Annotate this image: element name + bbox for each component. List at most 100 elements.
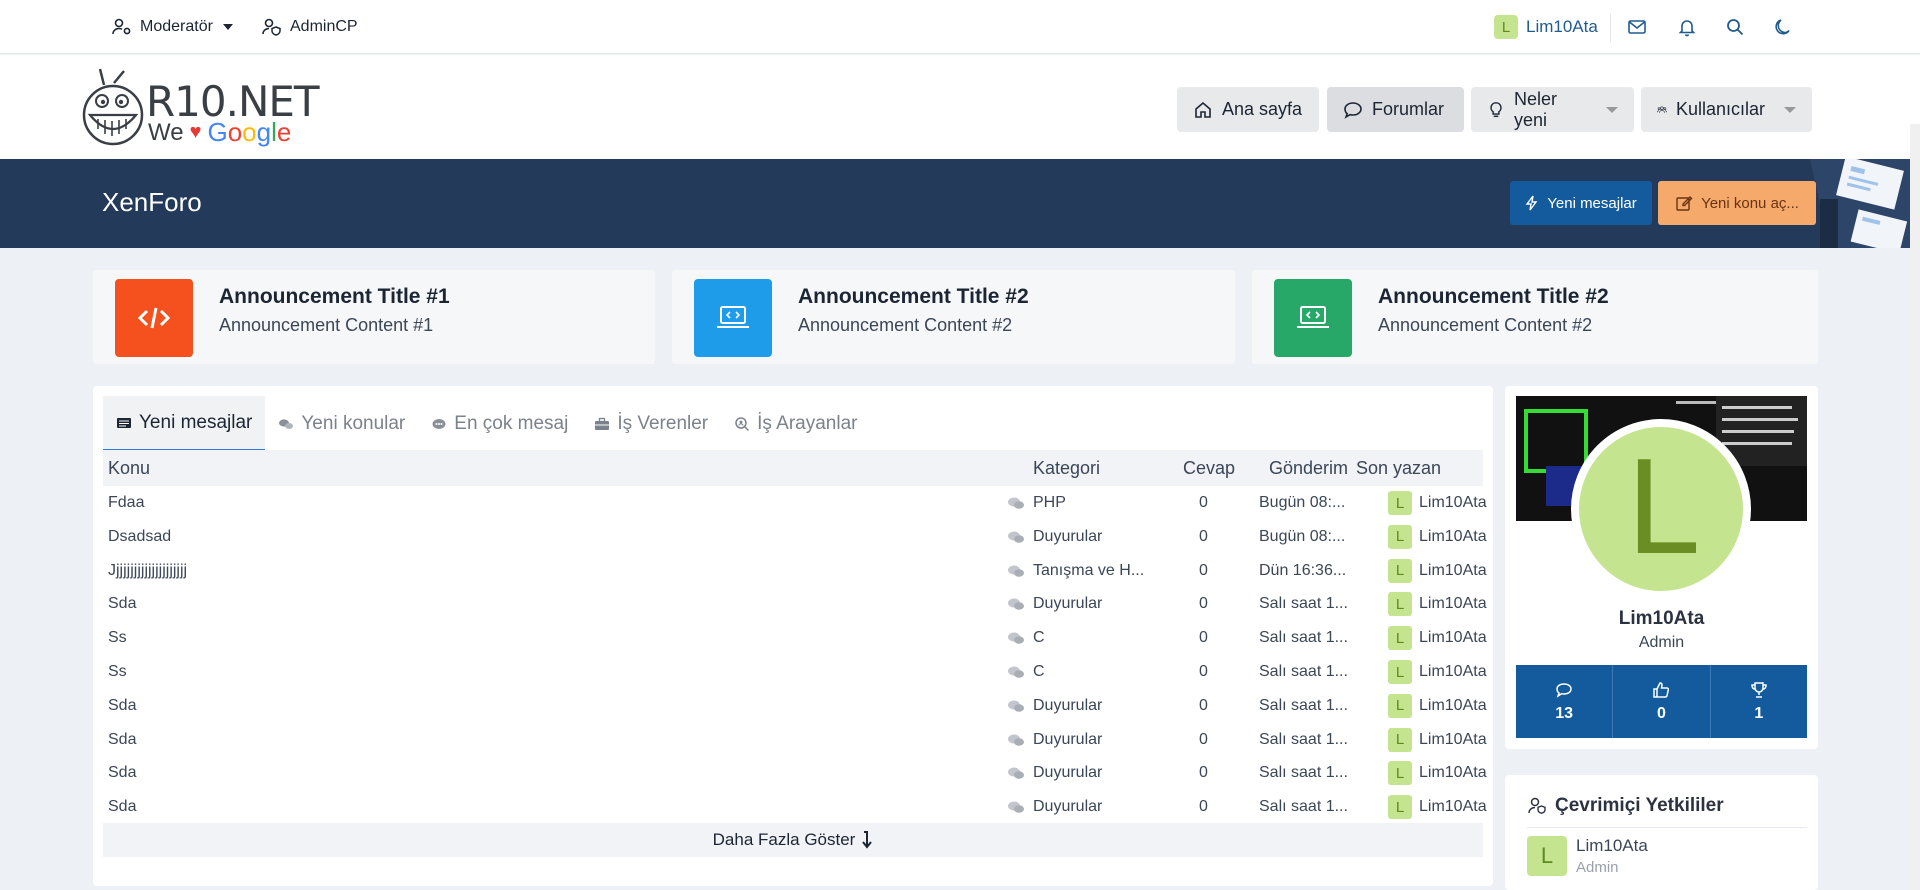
admincp-link[interactable]: AdminCP — [262, 0, 358, 54]
profile-avatar[interactable]: L — [1571, 419, 1751, 599]
inbox-button[interactable] — [1627, 0, 1647, 54]
last-poster-name[interactable]: Lim10Ata — [1419, 528, 1487, 546]
tab-new-topics[interactable]: Yeni konular — [265, 396, 418, 452]
alerts-button[interactable] — [1677, 0, 1697, 54]
avatar[interactable]: L — [1388, 558, 1412, 583]
category-link[interactable]: C — [1033, 663, 1045, 681]
table-row[interactable]: Ss C 0 Salı saat 1... L Lim10Ata — [103, 655, 1487, 689]
last-poster-name[interactable]: Lim10Ata — [1419, 562, 1487, 580]
bolt-icon — [1525, 195, 1538, 211]
avatar[interactable]: L — [1388, 491, 1412, 515]
stat-messages[interactable]: 13 — [1516, 665, 1614, 738]
sent-time: Salı saat 1... — [1259, 730, 1348, 748]
topic-title[interactable]: Sda — [108, 764, 136, 782]
last-poster-name[interactable]: Lim10Ata — [1419, 731, 1487, 749]
topic-title[interactable]: Ss — [108, 629, 127, 647]
nav-forums[interactable]: Forumlar — [1327, 87, 1464, 132]
site-logo[interactable]: R10.NET We ♥ Google — [78, 67, 320, 151]
last-poster-name[interactable]: Lim10Ata — [1419, 663, 1487, 681]
topic-title[interactable]: Sda — [108, 595, 136, 613]
table-row[interactable]: Fdaa PHP 0 Bugün 08:... L Lim10Ata — [103, 486, 1487, 520]
avatar[interactable]: L — [1527, 836, 1567, 876]
last-poster-name[interactable]: Lim10Ata — [1419, 595, 1487, 613]
moon-icon — [1775, 19, 1790, 35]
last-poster-name[interactable]: Lim10Ata — [1419, 629, 1487, 647]
table-row[interactable]: Sda Duyurular 0 Salı saat 1... L Lim10Ata — [103, 689, 1487, 723]
category-link[interactable]: PHP — [1033, 494, 1066, 512]
new-topic-button[interactable]: Yeni konu aç... — [1658, 181, 1816, 225]
sent-time: Salı saat 1... — [1259, 696, 1348, 714]
user-shield-icon — [262, 18, 281, 36]
table-row[interactable]: Sda Duyurular 0 Salı saat 1... L Lim10Ata — [103, 723, 1487, 757]
list-icon — [117, 417, 131, 428]
tab-employers[interactable]: İş Verenler — [581, 396, 721, 452]
last-poster-name[interactable]: Lim10Ata — [1419, 697, 1487, 715]
topic-title[interactable]: Jjjjjjjjjjjjjjjjjjjjj — [108, 562, 187, 580]
moderator-menu[interactable]: Moderatör — [112, 0, 233, 54]
category-link[interactable]: Duyurular — [1033, 764, 1102, 782]
avatar[interactable]: L — [1388, 592, 1412, 617]
category-link[interactable]: C — [1033, 629, 1045, 647]
last-poster-name[interactable]: Lim10Ata — [1419, 494, 1487, 512]
search-button[interactable] — [1725, 0, 1745, 54]
topic-title[interactable]: Sda — [108, 697, 136, 715]
comments-icon — [1008, 801, 1024, 813]
avatar[interactable]: L — [1388, 626, 1412, 651]
topic-title[interactable]: Dsadsad — [108, 528, 171, 546]
mascot-logo-icon — [82, 68, 144, 146]
table-row[interactable]: Sda Duyurular 0 Salı saat 1... L Lim10Ata — [103, 756, 1487, 790]
last-poster-name[interactable]: Lim10Ata — [1419, 764, 1487, 782]
announcement-card[interactable]: Announcement Title #1 Announcement Conte… — [93, 270, 655, 364]
category-link[interactable]: Duyurular — [1033, 731, 1102, 749]
table-row[interactable]: Dsadsad Duyurular 0 Bugün 08:... L Lim10Ata — [103, 520, 1487, 554]
lightbulb-icon — [1490, 101, 1502, 117]
new-messages-button[interactable]: Yeni mesajlar — [1510, 181, 1652, 225]
avatar[interactable]: L — [1388, 693, 1412, 718]
table-row[interactable]: Sda Duyurular 0 Salı saat 1... L Lim10Ata — [103, 587, 1487, 621]
last-poster-name[interactable]: Lim10Ata — [1419, 798, 1487, 816]
avatar[interactable]: L — [1388, 727, 1412, 752]
chevron-down-icon[interactable] — [1784, 106, 1796, 113]
heart-icon: ♥ — [189, 121, 202, 143]
table-row[interactable]: Jjjjjjjjjjjjjjjjjjjjj Tanışma ve H... 0 Dün… — [103, 554, 1487, 588]
user-shield-icon — [1528, 797, 1546, 814]
page-scrollbar[interactable] — [1910, 124, 1920, 890]
announcement-card[interactable]: Announcement Title #2 Announcement Conte… — [672, 270, 1235, 364]
topic-title[interactable]: Fdaa — [108, 494, 144, 512]
laptop-code-icon — [694, 279, 772, 357]
online-staff-widget: Çevrimiçi Yetkililer L Lim10Ata Admin — [1505, 775, 1818, 890]
staff-member-name[interactable]: Lim10Ata — [1576, 836, 1648, 856]
user-menu[interactable]: L Lim10Ata — [1494, 0, 1598, 54]
chevron-down-icon[interactable] — [1606, 106, 1618, 113]
nav-users[interactable]: Kullanıcılar — [1641, 87, 1812, 132]
comment-dots-icon — [432, 419, 446, 429]
category-link[interactable]: Duyurular — [1033, 697, 1102, 715]
theme-toggle[interactable] — [1772, 0, 1792, 54]
stat-trophies[interactable]: 1 — [1711, 665, 1807, 738]
nav-whats-new[interactable]: Neler yeni — [1471, 87, 1634, 132]
table-row[interactable]: Sda Duyurular 0 Salı saat 1... L Lim10Ata — [103, 790, 1487, 824]
avatar[interactable]: L — [1388, 795, 1412, 820]
topic-title[interactable]: Sda — [108, 731, 136, 749]
category-link[interactable]: Duyurular — [1033, 595, 1102, 613]
topic-title[interactable]: Sda — [108, 798, 136, 816]
stat-likes[interactable]: 0 — [1613, 665, 1711, 738]
avatar[interactable]: L — [1388, 761, 1412, 786]
staff-member-role: Admin — [1576, 859, 1619, 876]
nav-home[interactable]: Ana sayfa — [1177, 87, 1319, 132]
avatar[interactable]: L — [1388, 660, 1412, 684]
tab-most-messages[interactable]: En çok mesaj — [418, 396, 581, 452]
profile-name[interactable]: Lim10Ata — [1505, 608, 1818, 630]
tab-job-seekers[interactable]: İş Arayanlar — [721, 396, 870, 452]
page-title: XenForo — [102, 187, 202, 217]
edit-icon — [1676, 196, 1693, 211]
tab-new-messages[interactable]: Yeni mesajlar — [103, 396, 266, 452]
announcement-card[interactable]: Announcement Title #2 Announcement Conte… — [1252, 270, 1818, 364]
table-row[interactable]: Ss C 0 Salı saat 1... L Lim10Ata — [103, 621, 1487, 655]
show-more-button[interactable]: Daha Fazla Göster — [103, 823, 1483, 857]
category-link[interactable]: Duyurular — [1033, 528, 1102, 546]
topic-title[interactable]: Ss — [108, 663, 127, 681]
category-link[interactable]: Duyurular — [1033, 798, 1102, 816]
avatar[interactable]: L — [1388, 524, 1412, 549]
category-link[interactable]: Tanışma ve H... — [1033, 562, 1144, 580]
